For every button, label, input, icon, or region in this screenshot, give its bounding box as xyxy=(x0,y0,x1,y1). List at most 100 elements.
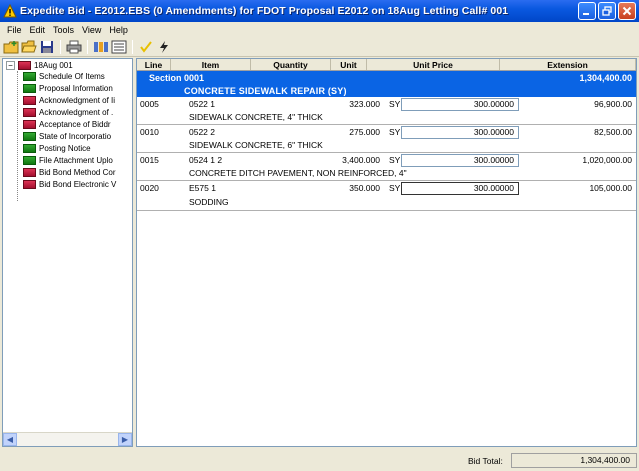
close-button[interactable] xyxy=(618,2,636,20)
cell-line: 0015 xyxy=(140,155,159,165)
column-header-extension[interactable]: Extension xyxy=(500,59,636,70)
column-header-quantity[interactable]: Quantity xyxy=(251,59,331,70)
grid-header: Line Item Quantity Unit Unit Price Exten… xyxy=(137,59,636,71)
red-book-icon xyxy=(23,120,36,129)
warning-app-icon xyxy=(3,4,17,18)
table-row[interactable]: 0005 0522 1 323.000 SY 300.00000 96,900.… xyxy=(137,97,636,125)
tree-item-posting-notice[interactable]: Posting Notice xyxy=(23,144,91,153)
bid-total-value: 1,304,400.00 xyxy=(511,453,637,468)
lightning-button[interactable] xyxy=(156,39,172,55)
table-row[interactable]: 0010 0522 2 275.000 SY 300.00000 82,500.… xyxy=(137,125,636,153)
column-header-unit[interactable]: Unit xyxy=(331,59,367,70)
table-row[interactable]: 0020 E575 1 350.000 SY 300.00000 105,000… xyxy=(137,181,636,211)
print-button[interactable] xyxy=(66,39,82,55)
tree-item-bid-bond-electronic[interactable]: Bid Bond Electronic V xyxy=(23,180,116,189)
cell-item: E575 1 xyxy=(189,183,216,193)
columns-button[interactable] xyxy=(93,39,109,55)
section-label: Section 0001 xyxy=(149,73,205,83)
unit-price-input[interactable]: 300.00000 xyxy=(401,98,519,111)
tree-item-acknowledgment-2[interactable]: Acknowledgment of . xyxy=(23,108,113,117)
tree-item-label: Posting Notice xyxy=(39,144,91,153)
table-row[interactable]: 0015 0524 1 2 3,400.000 SY 300.00000 1,0… xyxy=(137,153,636,181)
navigation-tree: − 18Aug 001 Schedule Of Items Proposal I… xyxy=(2,58,133,447)
menu-help[interactable]: Help xyxy=(105,25,132,35)
check-icon xyxy=(140,40,152,53)
column-header-line[interactable]: Line xyxy=(137,59,171,70)
cell-extension: 105,000.00 xyxy=(589,183,632,193)
section-description: CONCRETE SIDEWALK REPAIR (SY) xyxy=(184,86,347,96)
tree-item-acknowledgment-1[interactable]: Acknowledgment of Ii xyxy=(23,96,115,105)
column-header-unit-price[interactable]: Unit Price xyxy=(367,59,500,70)
cell-description: SIDEWALK CONCRETE, 6" THICK xyxy=(189,140,323,150)
cell-description: CONCRETE DITCH PAVEMENT, NON REINFORCED,… xyxy=(189,168,407,178)
title-bar: Expedite Bid - E2012.EBS (0 Amendments) … xyxy=(0,0,639,22)
cell-line: 0005 xyxy=(140,99,159,109)
tree-root[interactable]: − 18Aug 001 xyxy=(6,61,73,70)
tree-item-schedule-of-items[interactable]: Schedule Of Items xyxy=(23,72,105,81)
check-button[interactable] xyxy=(138,39,154,55)
menu-edit[interactable]: Edit xyxy=(26,25,50,35)
save-button[interactable] xyxy=(39,39,55,55)
cell-line: 0010 xyxy=(140,127,159,137)
green-book-icon xyxy=(23,156,36,165)
tree-item-state-of-incorporation[interactable]: State of Incorporatio xyxy=(23,132,111,141)
cell-unit: SY xyxy=(389,99,401,109)
tree-item-label: Acceptance of Biddr xyxy=(39,120,111,129)
tree-item-bid-bond-method[interactable]: Bid Bond Method Cor xyxy=(23,168,116,177)
section-row[interactable]: Section 0001 1,304,400.00 CONCRETE SIDEW… xyxy=(137,71,636,97)
tree-horizontal-scrollbar[interactable]: ◀ ▶ xyxy=(3,432,132,446)
new-icon xyxy=(3,40,19,53)
maximize-button[interactable] xyxy=(598,2,616,20)
green-book-icon xyxy=(23,72,36,81)
menu-bar: File Edit Tools View Help xyxy=(0,22,639,37)
bid-total-label: Bid Total: xyxy=(468,456,503,466)
scroll-left-icon[interactable]: ◀ xyxy=(3,433,17,446)
menu-view[interactable]: View xyxy=(78,25,105,35)
cell-quantity: 3,400.000 xyxy=(342,155,380,165)
tree-item-label: State of Incorporatio xyxy=(39,132,112,141)
cell-extension: 96,900.00 xyxy=(594,99,632,109)
print-icon xyxy=(66,40,82,53)
unit-price-input[interactable]: 300.00000 xyxy=(401,154,519,167)
tree-item-label: Schedule Of Items xyxy=(39,72,105,81)
green-book-icon xyxy=(23,84,36,93)
red-book-icon xyxy=(23,168,36,177)
menu-tools[interactable]: Tools xyxy=(49,25,78,35)
cell-quantity: 350.000 xyxy=(349,183,380,193)
cell-item: 0524 1 2 xyxy=(189,155,223,165)
red-book-icon xyxy=(23,108,36,117)
collapse-toggle-icon[interactable]: − xyxy=(6,61,15,70)
open-button[interactable] xyxy=(21,39,37,55)
cell-unit: SY xyxy=(389,155,401,165)
section-extension: 1,304,400.00 xyxy=(579,73,632,83)
unit-price-input[interactable]: 300.00000 xyxy=(401,126,519,139)
cell-quantity: 323.000 xyxy=(349,99,380,109)
tree-item-proposal-information[interactable]: Proposal Information xyxy=(23,84,113,93)
scrollbar-track[interactable] xyxy=(17,433,118,446)
column-header-item[interactable]: Item xyxy=(171,59,251,70)
toolbar xyxy=(0,37,639,57)
green-book-icon xyxy=(23,132,36,141)
cell-unit: SY xyxy=(389,183,401,193)
minimize-button[interactable] xyxy=(578,2,596,20)
red-book-icon xyxy=(23,96,36,105)
tree-item-acceptance[interactable]: Acceptance of Biddr xyxy=(23,120,111,129)
tree-item-label: Acknowledgment of Ii xyxy=(39,96,116,105)
tree-item-label: Bid Bond Electronic V xyxy=(39,180,117,189)
unit-price-input[interactable]: 300.00000 xyxy=(401,182,519,195)
cell-line: 0020 xyxy=(140,183,159,193)
tree-item-file-attachment[interactable]: File Attachment Uplo xyxy=(23,156,113,165)
tree-item-label: Acknowledgment of . xyxy=(39,108,114,117)
new-button[interactable] xyxy=(3,39,19,55)
scroll-right-icon[interactable]: ▶ xyxy=(118,433,132,446)
green-book-icon xyxy=(23,144,36,153)
menu-file[interactable]: File xyxy=(3,25,26,35)
list-button[interactable] xyxy=(111,39,127,55)
save-icon xyxy=(41,40,53,53)
cell-description: SODDING xyxy=(189,197,229,207)
tree-connector xyxy=(17,71,18,201)
status-bar: Bid Total: 1,304,400.00 xyxy=(0,449,639,471)
close-icon xyxy=(622,6,632,16)
schedule-of-items-grid: Line Item Quantity Unit Unit Price Exten… xyxy=(136,58,637,447)
cell-unit: SY xyxy=(389,127,401,137)
